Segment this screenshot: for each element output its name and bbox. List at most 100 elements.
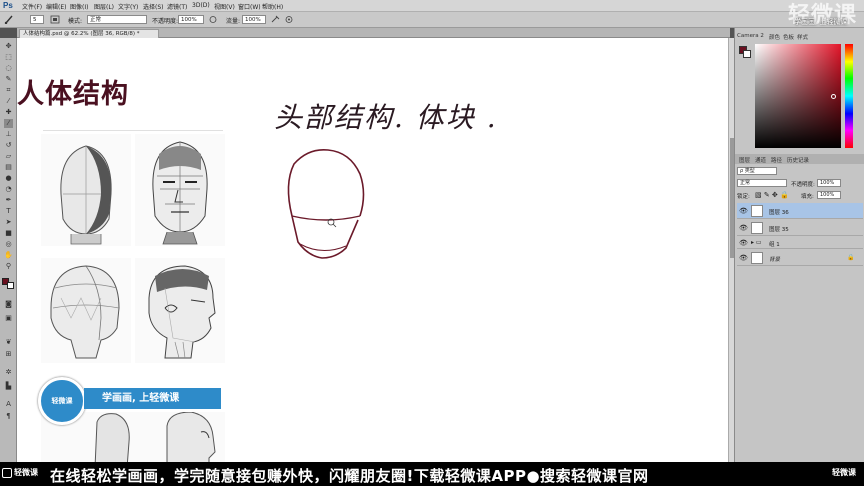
menu-3d[interactable]: 3D(D) <box>192 2 210 9</box>
layer-opacity-field[interactable]: 100% <box>817 179 841 187</box>
quick-mask-icon[interactable]: ◙ <box>4 300 13 309</box>
eraser-tool-icon[interactable]: ▱ <box>4 152 13 161</box>
tab-layers[interactable]: 图层 <box>739 156 750 164</box>
layer-name: 背景 <box>769 257 781 263</box>
pressure-opacity-icon[interactable] <box>208 15 218 24</box>
layer-row[interactable]: 👁 图层 36 <box>737 203 863 219</box>
flow-field[interactable]: 100% <box>242 15 266 24</box>
eyedropper-tool-icon[interactable]: ⁄ <box>4 97 13 106</box>
lock-label: 锁定: <box>737 194 750 200</box>
promo-badge[interactable]: 轻微课 <box>38 377 86 425</box>
layer-opacity-label: 不透明度: <box>791 182 815 188</box>
banner-left-logo: 轻微课 <box>2 467 38 478</box>
blend-mode-select[interactable]: 正常 <box>737 179 787 187</box>
path-select-tool-icon[interactable]: ➤ <box>4 218 13 227</box>
color-picker-field[interactable] <box>755 44 841 148</box>
watermark-logo: 轻微课 学画画, 上轻微课 <box>788 0 864 28</box>
tab-swatches[interactable]: 色板 <box>783 33 794 41</box>
tab-color[interactable]: 颜色 <box>769 33 780 41</box>
brush-cursor-icon <box>327 218 337 228</box>
hue-slider[interactable] <box>845 44 853 148</box>
menu-layer[interactable]: 图层(L) <box>94 2 114 11</box>
layer-row[interactable]: 👁 背景 🔒 <box>737 250 863 266</box>
airbrush-icon[interactable] <box>270 15 280 24</box>
menu-select[interactable]: 选择(S) <box>143 2 164 11</box>
visibility-eye-icon[interactable]: 👁 <box>739 224 748 232</box>
color-panel-tabs: Camera 2 颜色 色板 样式 <box>737 32 863 41</box>
pen-tool-icon[interactable]: ✒ <box>4 196 13 205</box>
color-picker-marker[interactable] <box>831 94 836 99</box>
navigator-icon[interactable]: ✲ <box>4 368 13 377</box>
visibility-eye-icon[interactable]: 👁 <box>739 239 748 247</box>
menu-view[interactable]: 视图(V) <box>214 2 235 11</box>
stamp-tool-icon[interactable]: ⊥ <box>4 130 13 139</box>
quick-select-tool-icon[interactable]: ✎ <box>4 75 13 84</box>
3d-rotate-tool-icon[interactable]: ◎ <box>4 240 13 249</box>
screen-mode-icon[interactable]: ▣ <box>4 314 13 323</box>
opacity-field[interactable]: 100% <box>178 15 204 24</box>
tab-history[interactable]: 历史记录 <box>787 156 809 164</box>
histogram-icon[interactable]: ▙ <box>4 382 13 391</box>
fill-field[interactable]: 100% <box>817 191 841 199</box>
layer-thumbnail <box>751 205 763 217</box>
flow-label: 流量: <box>226 18 241 25</box>
lock-row: 锁定: ▧ ✎ ✥ 🔒 填充: 100% <box>737 191 863 201</box>
menu-window[interactable]: 窗口(W) <box>238 2 261 11</box>
character-panel-icon[interactable]: A <box>4 400 13 409</box>
marquee-tool-icon[interactable]: ⬚ <box>4 53 13 62</box>
layer-filter-row: ρ 类型 <box>737 167 863 177</box>
clone-source-icon[interactable]: ⊞ <box>4 350 13 359</box>
reference-head-profile <box>135 258 225 363</box>
brush-tool-icon[interactable]: ⁄ <box>4 119 13 128</box>
move-tool-icon[interactable]: ✥ <box>4 42 13 51</box>
layer-kind-filter[interactable]: ρ 类型 <box>737 167 777 175</box>
menu-file[interactable]: 文件(F) <box>22 2 42 11</box>
blur-tool-icon[interactable]: ● <box>4 174 13 183</box>
brush-panel-icon[interactable] <box>50 15 60 24</box>
background-color-swatch[interactable] <box>7 282 14 289</box>
visibility-eye-icon[interactable]: 👁 <box>739 254 748 262</box>
gradient-tool-icon[interactable]: ▤ <box>4 163 13 172</box>
healing-brush-tool-icon[interactable]: ✚ <box>4 108 13 117</box>
promo-banner[interactable]: 学画画, 上轻微课 <box>84 388 221 409</box>
tab-camera[interactable]: Camera 2 <box>737 33 764 39</box>
paragraph-panel-icon[interactable]: ¶ <box>4 412 13 421</box>
hand-tool-icon[interactable]: ✋ <box>4 251 13 260</box>
reference-head-back-block <box>41 258 131 363</box>
menu-type[interactable]: 文字(Y) <box>118 2 138 11</box>
brush-tool-icon[interactable] <box>4 15 14 24</box>
crop-tool-icon[interactable]: ⌗ <box>4 86 13 95</box>
menu-filter[interactable]: 滤镜(T) <box>167 2 187 11</box>
layer-thumbnail <box>751 222 763 234</box>
panel-background-swatch[interactable] <box>743 50 751 58</box>
lock-icons[interactable]: ▧ ✎ ✥ 🔒 <box>755 191 789 199</box>
reference-head-front-planes <box>41 134 131 246</box>
history-brush-tool-icon[interactable]: ↺ <box>4 141 13 150</box>
menu-help[interactable]: 帮助(H) <box>262 2 283 11</box>
pressure-size-icon[interactable] <box>284 15 294 24</box>
brush-size-picker[interactable]: 5 <box>30 15 44 24</box>
document-tab[interactable]: 人体结构篇.psd @ 62.2% (图层 36, RGB/8) * <box>19 29 159 38</box>
lock-icon: 🔒 <box>847 254 855 261</box>
lasso-tool-icon[interactable]: ◌ <box>4 64 13 73</box>
visibility-eye-icon[interactable]: 👁 <box>739 207 748 215</box>
menu-edit[interactable]: 编辑(E) <box>46 2 66 11</box>
mode-select[interactable]: 正常 <box>87 15 147 24</box>
handwritten-heading: 头部结构. 体块 . <box>274 101 498 134</box>
right-panels: Camera 2 颜色 色板 样式 图层 通道 路径 历史记录 ρ 类型 正常 … <box>734 28 864 468</box>
layer-row[interactable]: 👁 ▸ ▭ 组 1 <box>737 237 863 249</box>
tab-channels[interactable]: 通道 <box>755 156 766 164</box>
layer-name: 图层 35 <box>769 227 789 233</box>
type-tool-icon[interactable]: T <box>4 207 13 216</box>
shape-tool-icon[interactable]: ■ <box>4 229 13 238</box>
layer-row[interactable]: 👁 图层 35 <box>737 220 863 236</box>
zoom-tool-icon[interactable]: ⚲ <box>4 262 13 271</box>
brush-preset-icon[interactable]: ❦ <box>4 338 13 347</box>
tab-styles[interactable]: 样式 <box>797 33 808 41</box>
menu-image[interactable]: 图像(I) <box>70 2 88 11</box>
logo-mark-icon <box>2 467 12 478</box>
dodge-tool-icon[interactable]: ◔ <box>4 185 13 194</box>
fill-label: 填充: <box>801 194 814 200</box>
tab-paths[interactable]: 路径 <box>771 156 782 164</box>
tools-panel: ✥ ⬚ ◌ ✎ ⌗ ⁄ ✚ ⁄ ⊥ ↺ ▱ ▤ ● ◔ ✒ T ➤ ■ ◎ ✋ … <box>0 38 17 468</box>
